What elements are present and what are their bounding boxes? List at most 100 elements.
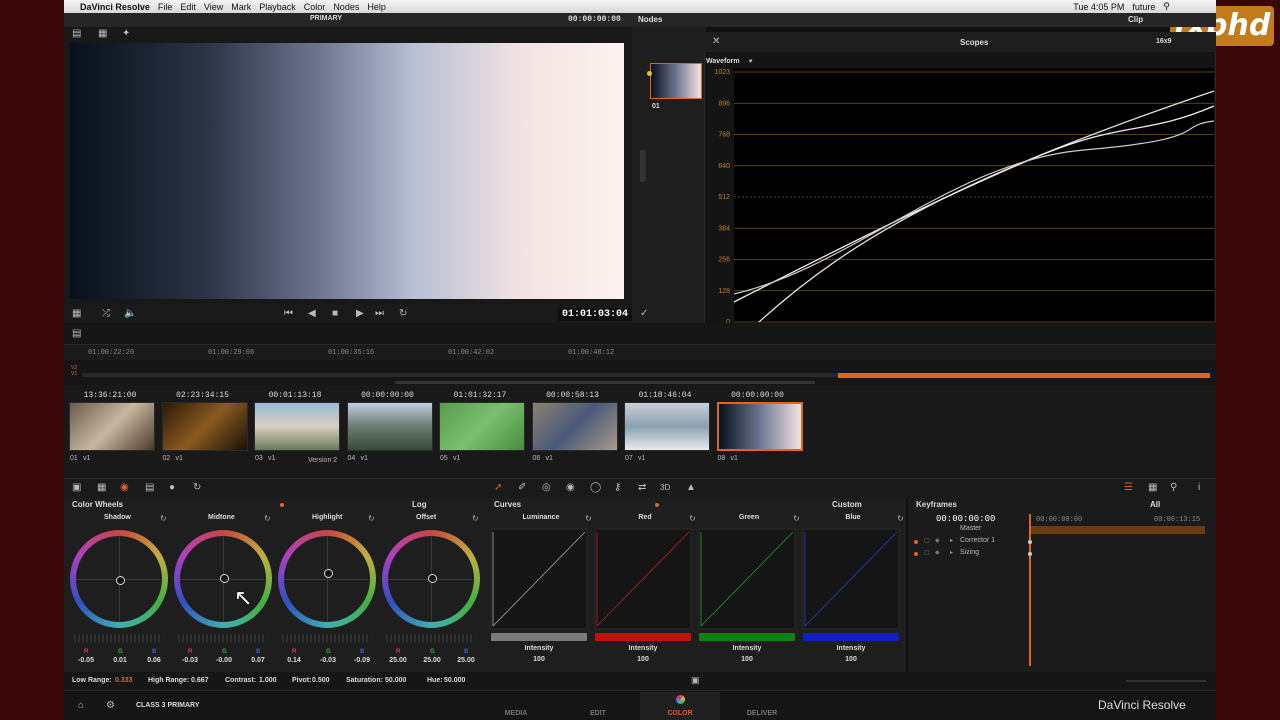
clip-thumbnail[interactable] xyxy=(716,402,803,451)
low-range-value[interactable]: 0.333 xyxy=(115,677,133,684)
blur-icon[interactable]: ◯ xyxy=(590,482,601,493)
clip-thumbnail[interactable] xyxy=(531,402,618,451)
curve-channel-bar[interactable] xyxy=(491,633,587,641)
channel-value[interactable]: 0.07 xyxy=(248,657,268,664)
channel-value[interactable]: 0.06 xyxy=(144,657,164,664)
clip-thumbnail[interactable] xyxy=(254,402,340,451)
color-wheel[interactable] xyxy=(278,530,376,628)
curves-tab-icon[interactable]: ➚ xyxy=(494,482,502,493)
motion-icon[interactable]: ● xyxy=(169,482,175,493)
diamond-icon[interactable]: ◆ xyxy=(935,537,940,544)
curve-channel-bar[interactable] xyxy=(595,633,691,641)
zoom-icon[interactable]: ⚲ xyxy=(1170,482,1177,493)
timeline-ruler[interactable]: 01:00:22:20 01:00:29:06 01:00:35:16 01:0… xyxy=(64,344,1216,360)
user-name[interactable]: future xyxy=(1132,2,1155,12)
channel-value[interactable]: -0.03 xyxy=(318,657,338,664)
master-wheel-slider[interactable] xyxy=(178,634,266,643)
color-wheel[interactable] xyxy=(382,530,480,628)
play-icon[interactable]: ▶ xyxy=(356,308,364,319)
clip-thumbnail[interactable] xyxy=(624,402,710,451)
keyframe-corrector-dot[interactable] xyxy=(1028,540,1032,544)
tracker-icon[interactable]: ◉ xyxy=(566,482,575,493)
lock-icon[interactable]: ▢ xyxy=(924,537,930,544)
wheel-puck[interactable] xyxy=(220,574,229,583)
master-wheel-slider[interactable] xyxy=(386,634,474,643)
window-icon[interactable]: ◎ xyxy=(542,482,551,493)
high-range-value[interactable]: 0.667 xyxy=(191,677,209,684)
color-wheel[interactable] xyxy=(174,530,272,628)
qualifier-icon[interactable]: ✐ xyxy=(518,482,526,493)
intensity-value[interactable]: 100 xyxy=(514,656,564,663)
node-01[interactable] xyxy=(650,63,702,99)
keyframes-zoom-slider[interactable] xyxy=(1126,680,1206,682)
node-picker-icon[interactable]: ✓ xyxy=(640,308,648,319)
color-wheels-tab-icon[interactable]: ◉ xyxy=(120,482,129,493)
selected-clip-track[interactable] xyxy=(838,373,1210,378)
scopes-tab-icon[interactable]: ▦ xyxy=(1148,482,1157,493)
expand-arrow-icon[interactable]: ▸ xyxy=(950,549,953,556)
expand-arrow-icon[interactable]: ▸ xyxy=(950,537,953,544)
grid-view-icon[interactable]: ▦ xyxy=(98,28,107,39)
keyframe-row[interactable]: Master xyxy=(910,524,1026,536)
intensity-value[interactable]: 100 xyxy=(826,656,876,663)
info-icon[interactable]: i xyxy=(1198,482,1200,493)
wheel-puck[interactable] xyxy=(324,569,333,578)
spotlight-icon[interactable]: ⚲ xyxy=(1163,1,1170,12)
menu-mark[interactable]: Mark xyxy=(231,2,251,12)
camera-raw-icon[interactable]: ▣ xyxy=(72,482,81,493)
clip-thumbnail[interactable] xyxy=(439,402,525,451)
keyframes-tab-icon[interactable]: ☰ xyxy=(1124,482,1133,493)
go-to-start-icon[interactable]: ⏮ xyxy=(284,308,293,319)
volume-icon[interactable]: 🔈 xyxy=(124,308,136,319)
clip-thumbnail[interactable] xyxy=(161,402,248,451)
keyframe-sizing-dot[interactable] xyxy=(1028,552,1032,556)
node-zoom-slider[interactable] xyxy=(640,150,646,182)
app-menu[interactable]: DaVinci Resolve xyxy=(80,2,150,12)
channel-value[interactable]: 0.14 xyxy=(284,657,304,664)
wheel-reset-icon[interactable]: ↻ xyxy=(264,514,271,523)
sizing-icon[interactable]: ⇄ xyxy=(638,482,646,493)
wheel-reset-icon[interactable]: ↻ xyxy=(368,514,375,523)
color-match-icon[interactable]: ▦ xyxy=(97,482,106,493)
curve-graph[interactable] xyxy=(594,528,692,630)
viewer-image[interactable] xyxy=(70,43,624,299)
magic-wand-icon[interactable]: ✦ xyxy=(122,28,130,39)
clip-label[interactable]: Clip xyxy=(1128,15,1143,24)
timeline-scrollbar[interactable] xyxy=(395,381,815,384)
keyframes-master-track[interactable] xyxy=(1031,526,1205,534)
loop-icon[interactable]: ↻ xyxy=(399,308,407,319)
saturation-value[interactable]: 50.000 xyxy=(385,677,406,684)
channel-value[interactable]: -0.03 xyxy=(180,657,200,664)
menu-nodes[interactable]: Nodes xyxy=(333,2,359,12)
master-wheel-slider[interactable] xyxy=(282,634,370,643)
keyframes-filter[interactable]: All xyxy=(1150,500,1160,509)
curve-graph[interactable] xyxy=(698,528,796,630)
tab-media[interactable]: MEDIA xyxy=(476,692,556,720)
channel-value[interactable]: -0.05 xyxy=(76,657,96,664)
curve-channel-bar[interactable] xyxy=(803,633,899,641)
keyframe-enable-dot[interactable] xyxy=(914,540,918,544)
keyframes-playhead[interactable] xyxy=(1029,514,1031,666)
menu-playback[interactable]: Playback xyxy=(259,2,296,12)
pivot-value[interactable]: 0.500 xyxy=(312,677,330,684)
clip-thumbnail[interactable] xyxy=(69,402,155,451)
menu-file[interactable]: File xyxy=(158,2,173,12)
key-icon[interactable]: ⚷ xyxy=(614,482,621,493)
color-wheel[interactable] xyxy=(70,530,168,628)
shuffle-icon[interactable]: ⤮ xyxy=(102,308,110,319)
track-v1[interactable] xyxy=(82,373,838,377)
settings-gear-icon[interactable]: ⚙ xyxy=(106,700,115,711)
stop-icon[interactable]: ■ xyxy=(332,308,338,319)
tab-edit[interactable]: EDIT xyxy=(558,692,638,720)
curve-channel-bar[interactable] xyxy=(699,633,795,641)
viewer-title[interactable]: PRIMARY xyxy=(310,15,342,22)
hue-value[interactable]: 50.000 xyxy=(444,677,465,684)
viewer-options-icon[interactable]: ▦ xyxy=(72,308,81,319)
node-input-dot[interactable] xyxy=(647,71,652,76)
intensity-value[interactable]: 100 xyxy=(618,656,668,663)
timeline-view-icon[interactable]: ▤ xyxy=(72,328,81,339)
channel-value[interactable]: 25.00 xyxy=(388,657,408,664)
wheel-puck[interactable] xyxy=(116,576,125,585)
scopes-aspect[interactable]: 16x9 xyxy=(1156,38,1172,45)
diamond-icon[interactable]: ◆ xyxy=(935,549,940,556)
